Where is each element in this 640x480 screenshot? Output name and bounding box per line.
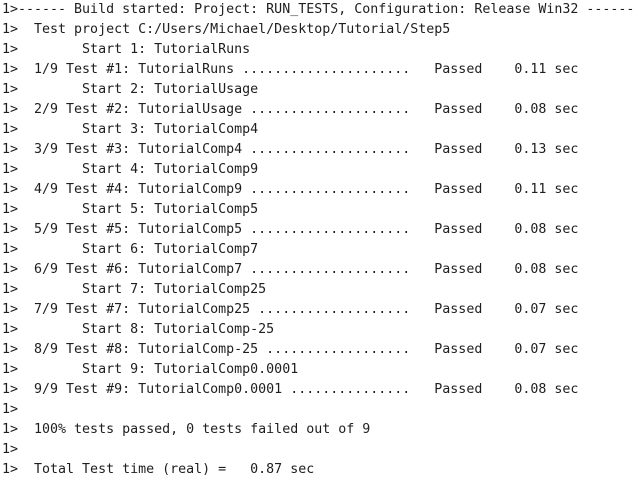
output-line-blank: 1> [2, 402, 19, 417]
output-line-result-2: 1> 2/9 Test #2: TutorialUsage ..........… [2, 102, 579, 117]
output-line-result-6: 1> 6/9 Test #6: TutorialComp7 ..........… [2, 262, 579, 277]
output-line-start-4: 1> Start 4: TutorialComp9 [2, 162, 259, 177]
output-line-start-8: 1> Start 8: TutorialComp-25 [2, 322, 275, 337]
output-line-start-9: 1> Start 9: TutorialComp0.0001 [2, 362, 299, 377]
build-output-pane[interactable]: 1>------ Build started: Project: RUN_TES… [0, 0, 640, 480]
output-line-result-4: 1> 4/9 Test #4: TutorialComp9 ..........… [2, 182, 579, 197]
output-line-test-project: 1> Test project C:/Users/Michael/Desktop… [2, 22, 451, 37]
output-line-start-5: 1> Start 5: TutorialComp5 [2, 202, 259, 217]
output-line-build-header: 1>------ Build started: Project: RUN_TES… [2, 2, 635, 17]
output-line-result-5: 1> 5/9 Test #5: TutorialComp5 ..........… [2, 222, 579, 237]
output-line-start-1: 1> Start 1: TutorialRuns [2, 42, 251, 57]
output-line-total-time: 1> Total Test time (real) = 0.87 sec [2, 462, 315, 477]
output-line-summary: 1> 100% tests passed, 0 tests failed out… [2, 422, 371, 437]
output-line-result-7: 1> 7/9 Test #7: TutorialComp25 .........… [2, 302, 579, 317]
output-line-result-3: 1> 3/9 Test #3: TutorialComp4 ..........… [2, 142, 579, 157]
output-line-start-3: 1> Start 3: TutorialComp4 [2, 122, 259, 137]
output-line-start-7: 1> Start 7: TutorialComp25 [2, 282, 267, 297]
output-line-start-6: 1> Start 6: TutorialComp7 [2, 242, 259, 257]
output-line-result-1: 1> 1/9 Test #1: TutorialRuns ...........… [2, 62, 579, 77]
output-line-result-8: 1> 8/9 Test #8: TutorialComp-25 ........… [2, 342, 579, 357]
output-line-result-9: 1> 9/9 Test #9: TutorialComp0.0001 .....… [2, 382, 579, 397]
output-line-start-2: 1> Start 2: TutorialUsage [2, 82, 259, 97]
output-line-blank: 1> [2, 442, 19, 457]
